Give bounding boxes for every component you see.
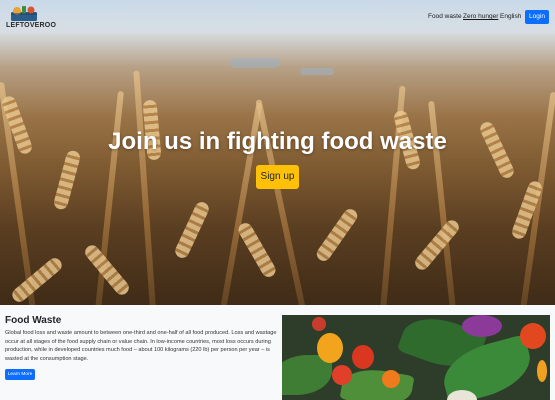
red-pepper: [352, 345, 374, 369]
login-button[interactable]: Login: [525, 10, 549, 24]
purple-cabbage: [462, 315, 502, 337]
vegetables-image: [282, 315, 550, 400]
hero-title: Join us in fighting food waste: [108, 128, 447, 155]
nav-link-language[interactable]: English: [500, 13, 521, 20]
signup-button[interactable]: Sign up: [256, 165, 299, 189]
brand-name: LEFTOVEROO: [6, 22, 57, 29]
wheat-ear: [9, 255, 65, 305]
nav-link-zero-hunger[interactable]: Zero hunger: [463, 13, 498, 20]
wheat-ear: [412, 217, 462, 273]
yellow-pepper: [317, 333, 343, 363]
cloud: [300, 68, 334, 75]
chili: [537, 360, 547, 382]
tomato: [520, 323, 546, 349]
section-text: Global food loss and waste amount to bet…: [5, 330, 277, 362]
learn-more-button[interactable]: Learn More: [5, 369, 35, 380]
cloud: [230, 58, 280, 68]
orange-veg: [382, 370, 400, 388]
wheat-ear: [172, 199, 212, 261]
basket-logo-icon: [11, 6, 37, 21]
nav-link-food-waste[interactable]: Food waste: [428, 13, 462, 20]
wheat-ear: [52, 149, 82, 211]
navbar: LEFTOVEROO Food waste Zero hunger Englis…: [0, 0, 555, 34]
hero-banner: Join us in fighting food waste Sign up: [0, 0, 555, 305]
wheat-ear: [235, 220, 279, 280]
food-waste-section: Food Waste Global food loss and waste am…: [0, 305, 555, 400]
wheat-ear: [314, 206, 360, 264]
apple: [312, 317, 326, 331]
tomato: [332, 365, 352, 385]
brand[interactable]: LEFTOVEROO: [6, 5, 56, 31]
section-title: Food Waste: [5, 315, 62, 326]
